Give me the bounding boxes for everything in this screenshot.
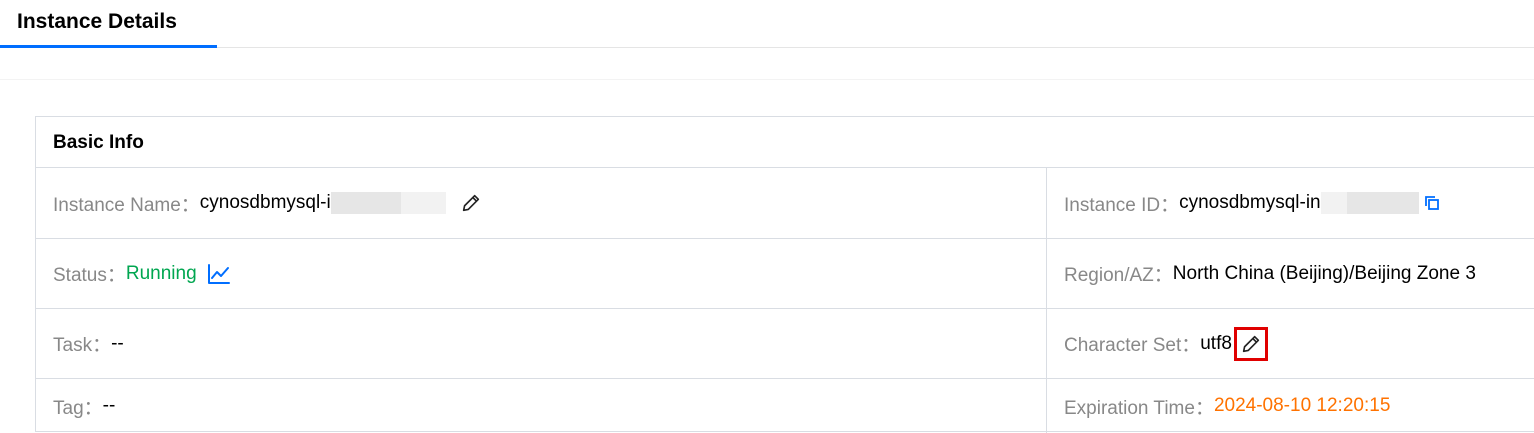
tag-value: -- [102, 395, 116, 416]
instance-id-cell: Instance ID： cynosdbmysql-in [1047, 168, 1534, 238]
region-cell: Region/AZ： North China (Beijing)/Beijing… [1047, 239, 1534, 308]
chart-line-icon[interactable] [207, 263, 231, 285]
instance-name-cell: Instance Name： cynosdbmysql-i [36, 168, 1047, 238]
status-cell: Status： Running [36, 239, 1047, 308]
info-row: Task： -- Character Set： utf8 [36, 309, 1534, 379]
tag-label: Tag： [53, 397, 103, 419]
info-row: Status： Running Region/AZ： North China (… [36, 239, 1534, 309]
panel-title: Basic Info [53, 132, 144, 153]
expiration-value: 2024-08-10 12:20:15 [1213, 395, 1391, 416]
basic-info-panel: Basic Info Instance Name： cynosdbmysql-i… [35, 116, 1534, 433]
region-value: North China (Beijing)/Beijing Zone 3 [1172, 262, 1476, 284]
tab-label: Instance Details [17, 10, 177, 33]
status-label: Status： [53, 265, 126, 286]
task-cell: Task： -- [36, 309, 1047, 378]
redacted-area [400, 192, 446, 214]
instance-name-label: Instance Name： [53, 194, 200, 216]
panel-header: Basic Info [36, 117, 1534, 168]
tag-cell: Tag： -- [36, 379, 1047, 433]
info-row: Instance Name： cynosdbmysql-i Instance I… [36, 168, 1534, 239]
charset-cell: Character Set： utf8 [1047, 309, 1534, 378]
redacted-area [330, 192, 401, 214]
tab-bar: Instance Details [0, 0, 1534, 48]
task-value: -- [111, 332, 124, 354]
copy-icon[interactable] [1423, 194, 1441, 212]
pencil-icon[interactable] [1233, 326, 1268, 361]
expiration-label: Expiration Time： [1064, 397, 1214, 419]
task-label: Task： [53, 335, 112, 356]
pencil-icon[interactable] [460, 192, 482, 214]
tab-instance-details[interactable]: Instance Details [0, 0, 217, 48]
info-row: Tag： -- Expiration Time： 2024-08-10 12:2… [36, 379, 1534, 433]
active-tab-indicator [0, 45, 217, 48]
charset-label: Character Set： [1064, 335, 1201, 356]
instance-id-label: Instance ID： [1064, 194, 1180, 216]
expiration-cell: Expiration Time： 2024-08-10 12:20:15 [1047, 379, 1534, 433]
region-label: Region/AZ： [1064, 265, 1173, 286]
status-value: Running [125, 262, 197, 284]
charset-value: utf8 [1200, 332, 1232, 354]
instance-id-value: cynosdbmysql-in [1179, 192, 1321, 213]
redacted-area [1320, 192, 1347, 214]
instance-name-value: cynosdbmysql-i [199, 192, 331, 213]
redacted-area [1346, 192, 1419, 214]
divider [0, 79, 1534, 80]
